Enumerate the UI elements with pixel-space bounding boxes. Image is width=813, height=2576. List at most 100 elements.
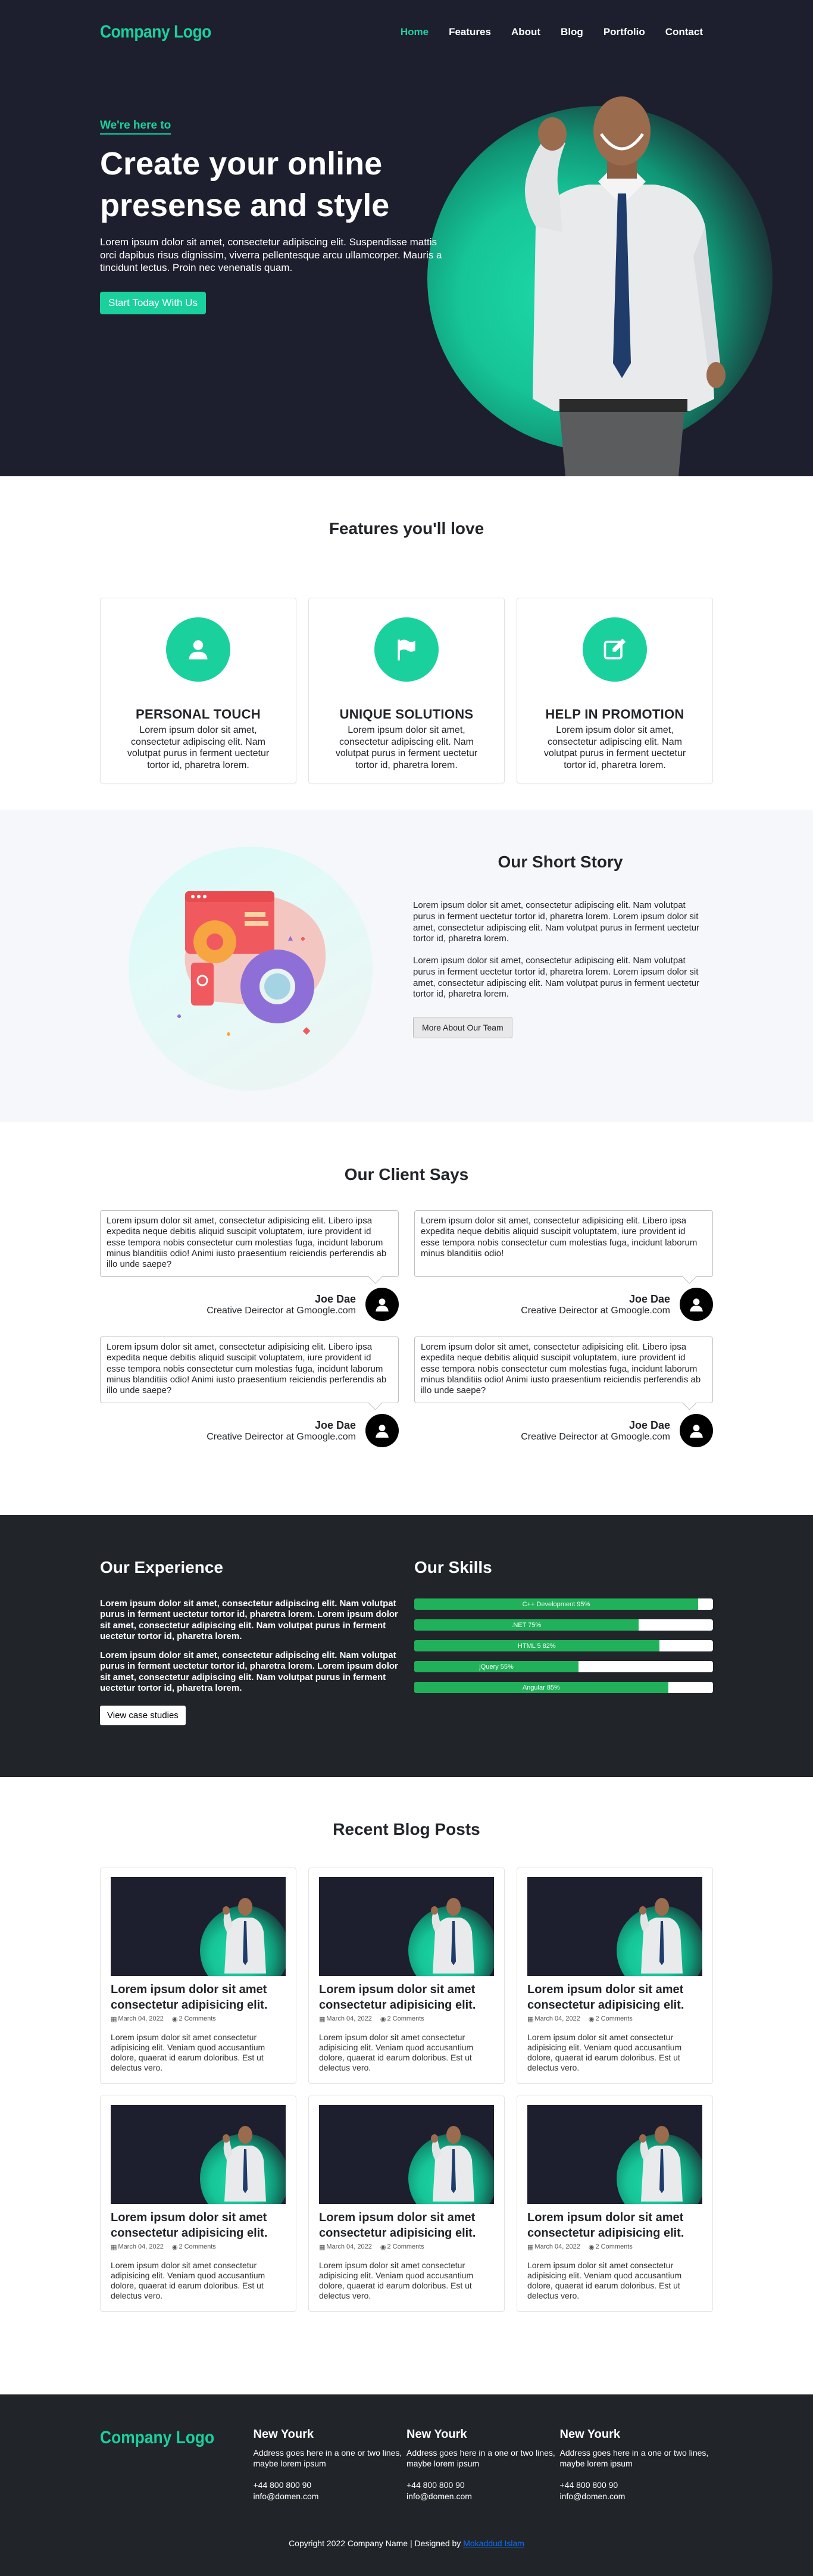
story-title: Our Short Story bbox=[498, 853, 623, 871]
skills-list: C++ Development 95% .NET 75% HTML 5 82% jQu… bbox=[414, 1598, 713, 1693]
footer: Company Logo New Yourk Address goes here… bbox=[0, 2394, 813, 2576]
skill-bar: Angular 85% bbox=[414, 1682, 713, 1693]
footer-phone: +44 800 800 90 bbox=[559, 2480, 618, 2490]
footer-email[interactable]: info@domen.com bbox=[406, 2491, 560, 2502]
avatar-icon bbox=[365, 1414, 399, 1447]
hero-section: Company Logo Home Features About Blog Po… bbox=[0, 0, 813, 476]
footer-address: Address goes here in a one or two lines,… bbox=[406, 2448, 555, 2469]
blog-post-image bbox=[527, 2105, 702, 2204]
footer-address: Address goes here in a one or two lines,… bbox=[253, 2448, 402, 2469]
footer-phone: +44 800 800 90 bbox=[253, 2480, 312, 2490]
calendar-icon: ▦ bbox=[319, 2016, 326, 2023]
blog-post-date: March 04, 2022 bbox=[534, 2015, 580, 2022]
clients-section: Our Client Says Lorem ipsum dolor sit am… bbox=[0, 1122, 813, 1515]
blog-post-excerpt: Lorem ipsum dolor sit amet consectetur a… bbox=[319, 2032, 474, 2073]
feature-card-title: PERSONAL TOUCH bbox=[136, 707, 261, 722]
blog-post-card[interactable]: Lorem ipsum dolor sit amet consectetur a… bbox=[517, 2096, 713, 2312]
features-section: Features you'll love PERSONAL TOUCH Lore… bbox=[0, 476, 813, 810]
story-section: Our Short Story Lorem ipsum dolor sit am… bbox=[0, 810, 813, 1122]
copyright: Copyright 2022 Company Name | Designed b… bbox=[100, 2538, 713, 2548]
person-icon bbox=[166, 617, 230, 682]
skill-bar-fill: Angular 85% bbox=[414, 1682, 668, 1693]
testimonial-quote: Lorem ipsum dolor sit amet, consectetur … bbox=[100, 1210, 399, 1277]
blog-post-date: March 04, 2022 bbox=[534, 2243, 580, 2250]
blog-post-card[interactable]: Lorem ipsum dolor sit amet consectetur a… bbox=[100, 1868, 296, 2084]
blog-post-excerpt: Lorem ipsum dolor sit amet consectetur a… bbox=[527, 2260, 682, 2301]
experience-section: Our Experience Lorem ipsum dolor sit ame… bbox=[0, 1515, 813, 1777]
feature-card: HELP IN PROMOTION Lorem ipsum dolor sit … bbox=[517, 598, 713, 783]
view-case-studies-button[interactable]: View case studies bbox=[100, 1706, 186, 1726]
company-logo[interactable]: Company Logo bbox=[100, 22, 211, 42]
navbar: Company Logo Home Features About Blog Po… bbox=[100, 0, 713, 64]
calendar-icon: ▦ bbox=[111, 2244, 117, 2251]
experience-paragraph: Lorem ipsum dolor sit amet, consectetur … bbox=[100, 1598, 398, 1641]
calendar-icon: ▦ bbox=[527, 2244, 534, 2251]
testimonial-role: Creative Deirector at Gmoogle.com bbox=[521, 1305, 670, 1316]
testimonial-quote: Lorem ipsum dolor sit amet, consectetur … bbox=[100, 1337, 399, 1403]
clients-title: Our Client Says bbox=[344, 1165, 469, 1184]
avatar-icon bbox=[680, 1414, 713, 1447]
feature-card-text: Lorem ipsum dolor sit amet, consectetur … bbox=[543, 725, 686, 770]
story-illustration bbox=[129, 847, 373, 1091]
blog-post-card[interactable]: Lorem ipsum dolor sit amet consectetur a… bbox=[100, 2096, 296, 2312]
blog-post-image bbox=[527, 1877, 702, 1976]
blog-post-card[interactable]: Lorem ipsum dolor sit amet consectetur a… bbox=[308, 2096, 505, 2312]
nav-link-features[interactable]: Features bbox=[439, 26, 501, 38]
nav-link-home[interactable]: Home bbox=[390, 26, 439, 38]
feature-card: UNIQUE SOLUTIONS Lorem ipsum dolor sit a… bbox=[308, 598, 505, 783]
blog-post-title[interactable]: Lorem ipsum dolor sit amet consectetur a… bbox=[111, 2210, 287, 2241]
experience-title: Our Experience bbox=[100, 1558, 223, 1576]
feature-card-title: UNIQUE SOLUTIONS bbox=[339, 707, 474, 722]
testimonial-role: Creative Deirector at Gmoogle.com bbox=[207, 1431, 356, 1442]
blog-section: Recent Blog Posts Lorem ipsum dolor sit … bbox=[0, 1777, 813, 2394]
footer-column-title: New Yourk bbox=[406, 2428, 467, 2441]
nav-link-about[interactable]: About bbox=[501, 26, 551, 38]
feature-card: PERSONAL TOUCH Lorem ipsum dolor sit ame… bbox=[100, 598, 296, 783]
testimonial-role: Creative Deirector at Gmoogle.com bbox=[207, 1305, 356, 1316]
blog-post-title[interactable]: Lorem ipsum dolor sit amet consectetur a… bbox=[527, 2210, 703, 2241]
skill-bar-fill: .NET 75% bbox=[414, 1619, 639, 1631]
avatar-icon bbox=[365, 1288, 399, 1321]
hero-tagline: We're here to bbox=[100, 119, 171, 135]
skill-bar: C++ Development 95% bbox=[414, 1598, 713, 1610]
footer-column: New Yourk Address goes here in a one or … bbox=[406, 2428, 560, 2502]
flag-icon bbox=[374, 617, 439, 682]
skill-bar-fill: HTML 5 82% bbox=[414, 1640, 659, 1651]
blog-post-card[interactable]: Lorem ipsum dolor sit amet consectetur a… bbox=[517, 1868, 713, 2084]
footer-phone: +44 800 800 90 bbox=[406, 2480, 465, 2490]
blog-post-title[interactable]: Lorem ipsum dolor sit amet consectetur a… bbox=[111, 1982, 287, 2013]
features-title: Features you'll love bbox=[329, 519, 484, 538]
feature-card-text: Lorem ipsum dolor sit amet, consectetur … bbox=[127, 725, 270, 770]
calendar-icon: ▦ bbox=[319, 2244, 326, 2251]
copyright-text: Copyright 2022 Company Name | Designed b… bbox=[289, 2538, 461, 2548]
skill-bar-fill: C++ Development 95% bbox=[414, 1598, 698, 1610]
footer-email[interactable]: info@domen.com bbox=[254, 2491, 407, 2502]
start-today-button[interactable]: Start Today With Us bbox=[100, 292, 206, 315]
comment-icon: ◉ bbox=[171, 2016, 178, 2023]
blog-post-comments: 2 Comments bbox=[387, 2243, 424, 2250]
blog-post-excerpt: Lorem ipsum dolor sit amet consectetur a… bbox=[111, 2260, 265, 2301]
nav-link-blog[interactable]: Blog bbox=[551, 26, 593, 38]
blog-post-comments: 2 Comments bbox=[387, 2015, 424, 2022]
testimonial-role: Creative Deirector at Gmoogle.com bbox=[521, 1431, 670, 1442]
footer-email[interactable]: info@domen.com bbox=[560, 2491, 714, 2502]
blog-post-comments: 2 Comments bbox=[179, 2015, 216, 2022]
blog-post-image bbox=[319, 1877, 494, 1976]
designer-link[interactable]: Mokaddud Islam bbox=[463, 2538, 524, 2548]
more-about-team-button[interactable]: More About Our Team bbox=[413, 1017, 512, 1038]
testimonial: Lorem ipsum dolor sit amet, consectetur … bbox=[100, 1337, 399, 1447]
blog-post-comments: 2 Comments bbox=[595, 2243, 633, 2250]
blog-post-title[interactable]: Lorem ipsum dolor sit amet consectetur a… bbox=[319, 1982, 495, 2013]
testimonial-name: Joe Dae bbox=[628, 1292, 670, 1305]
blog-post-image bbox=[111, 2105, 286, 2204]
testimonial: Lorem ipsum dolor sit amet, consectetur … bbox=[100, 1210, 399, 1321]
nav-link-portfolio[interactable]: Portfolio bbox=[593, 26, 655, 38]
blog-post-card[interactable]: Lorem ipsum dolor sit amet consectetur a… bbox=[308, 1868, 505, 2084]
footer-logo[interactable]: Company Logo bbox=[100, 2428, 235, 2502]
blog-post-title[interactable]: Lorem ipsum dolor sit amet consectetur a… bbox=[319, 2210, 495, 2241]
nav-link-contact[interactable]: Contact bbox=[655, 26, 713, 38]
settings-illustration bbox=[177, 891, 326, 1036]
blog-post-title[interactable]: Lorem ipsum dolor sit amet consectetur a… bbox=[527, 1982, 703, 2013]
hero-text: We're here to Create your online presens… bbox=[100, 119, 469, 315]
footer-column-title: New Yourk bbox=[253, 2428, 314, 2441]
